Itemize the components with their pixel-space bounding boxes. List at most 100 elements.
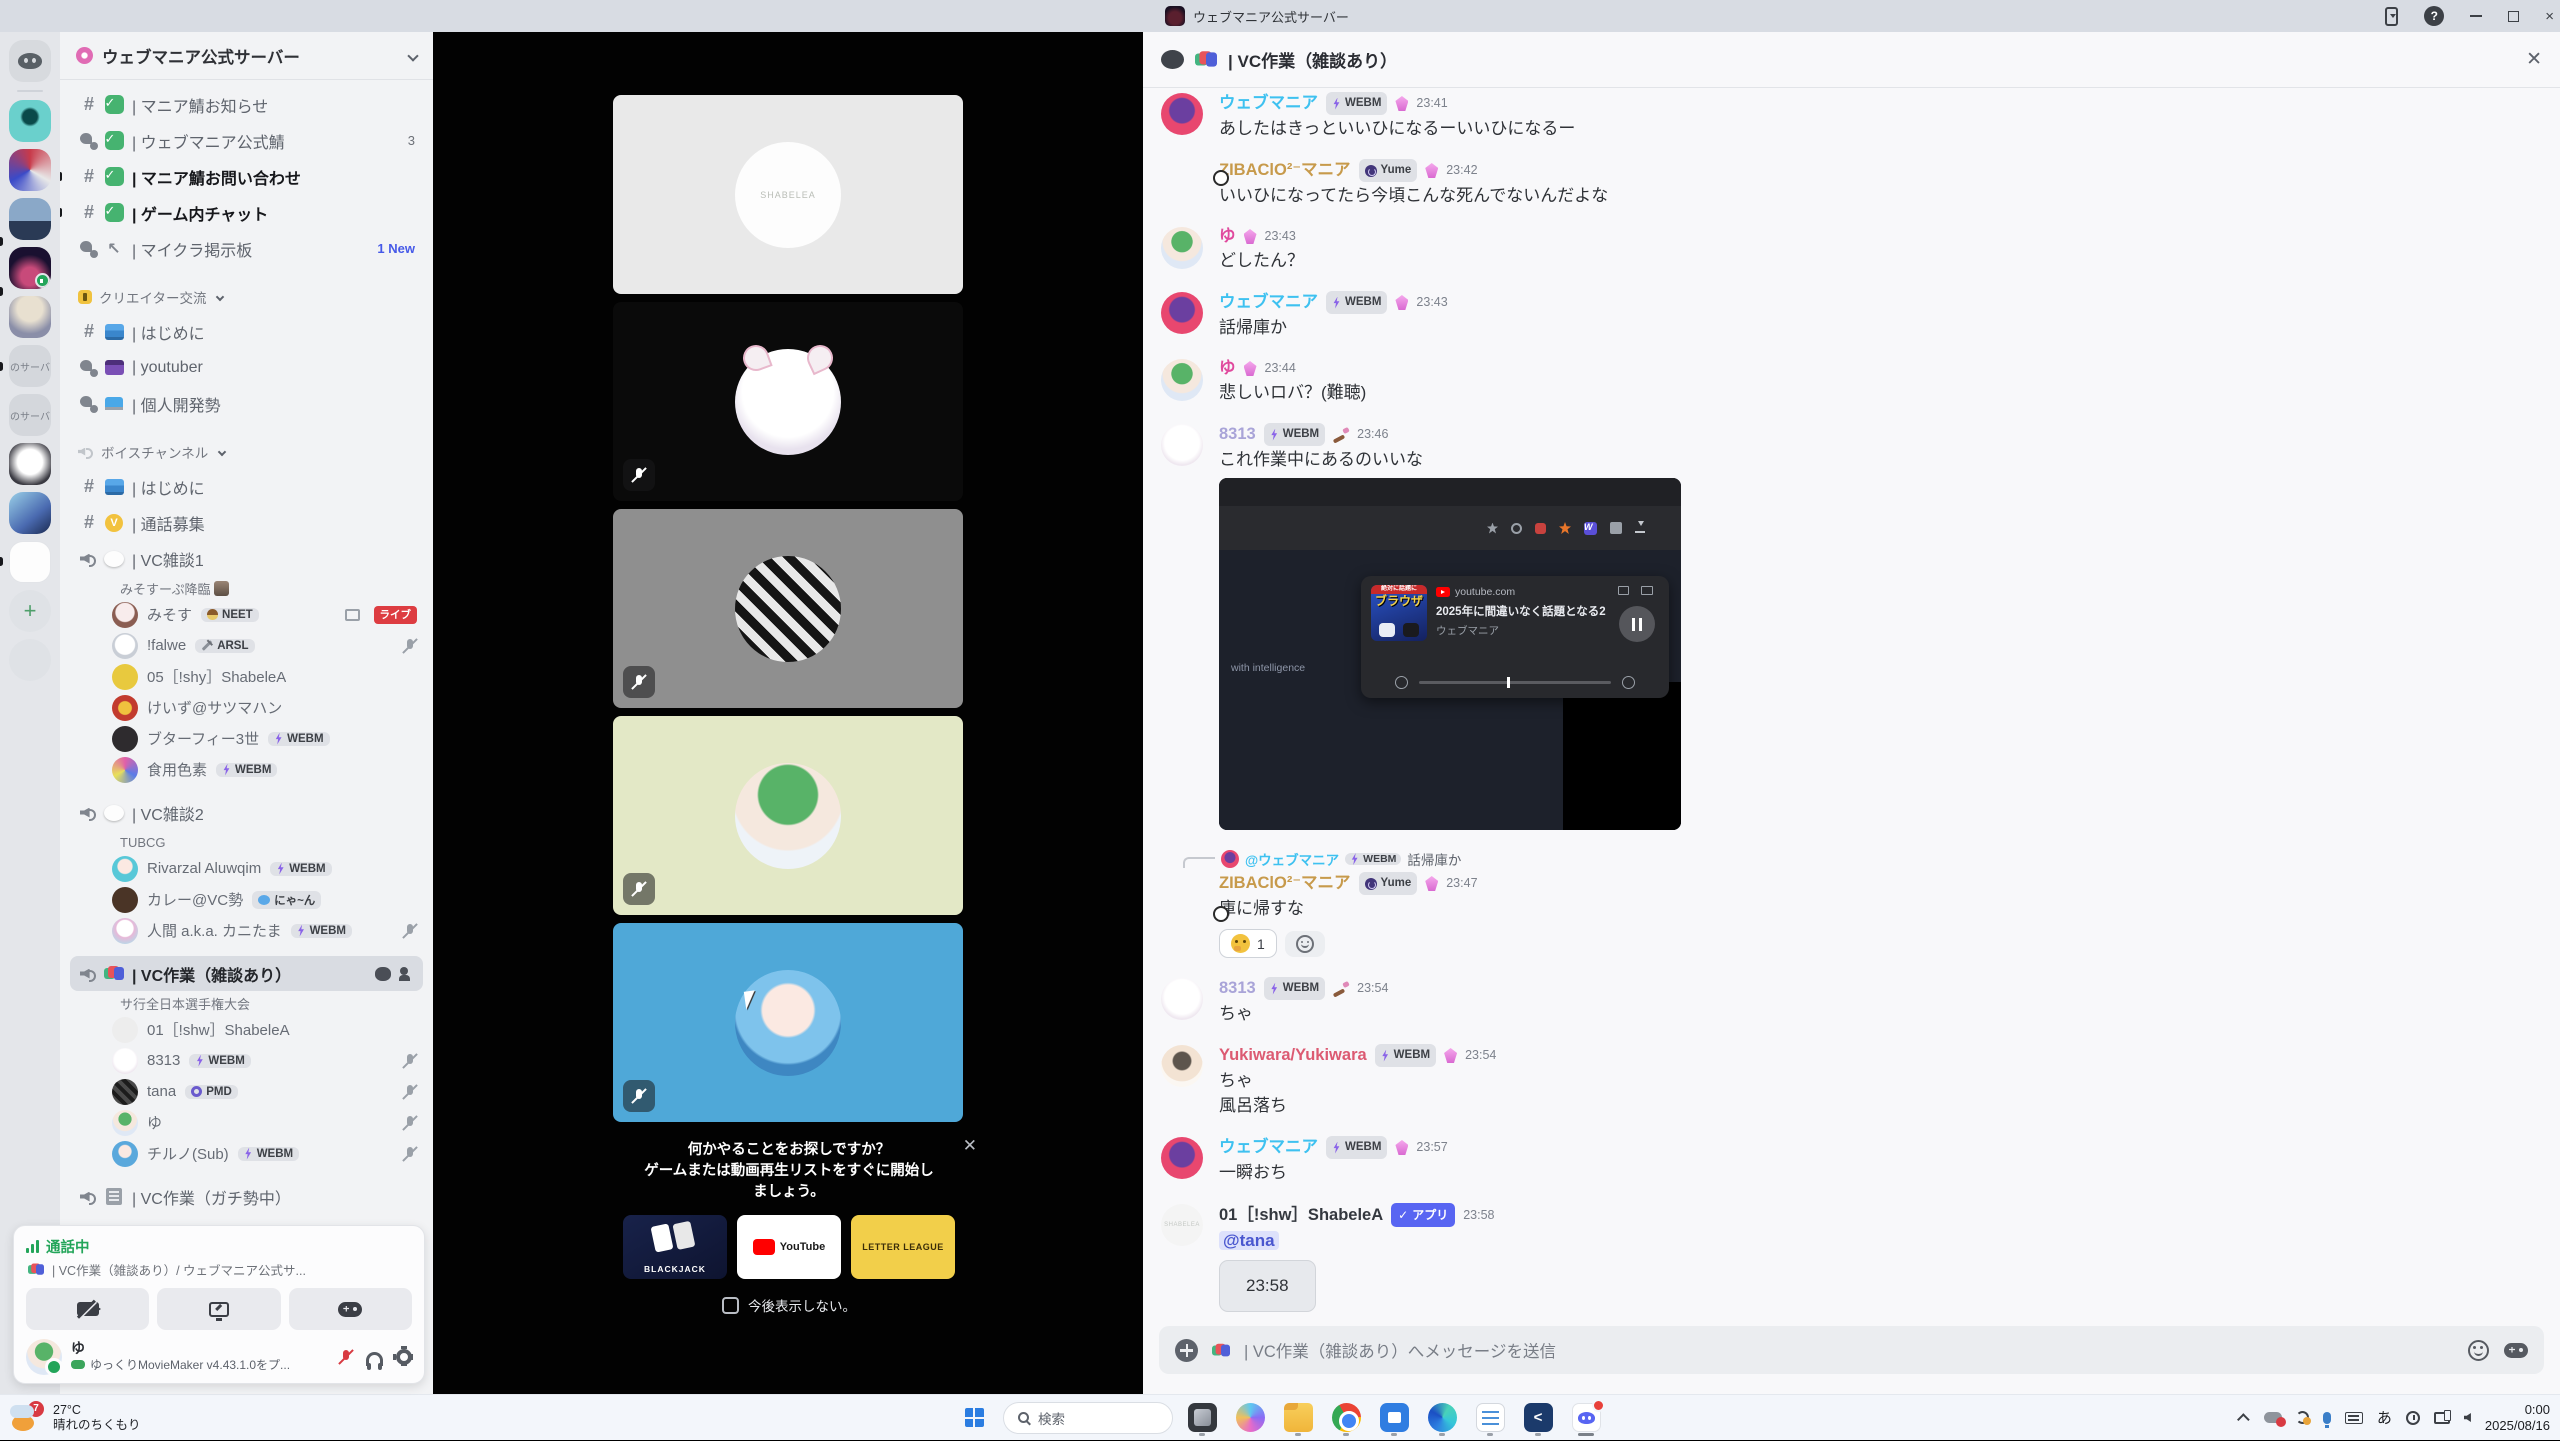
emoji-picker-button[interactable] [2468,1340,2489,1361]
voice-location[interactable]: | VC作業（雑談あり）/ ウェブマニア公式サ... [26,1260,412,1279]
voice-member[interactable]: 食用色素WEBM [60,754,433,785]
server-header[interactable]: ウェブマニア公式サーバー [60,32,433,80]
video-tile[interactable]: SHABELEA [613,95,963,294]
voice-member[interactable]: ブターフィー3世WEBM [60,723,433,754]
chat-bubble-icon[interactable] [375,967,391,981]
chat-message[interactable]: 8313WEBM23:54 ちゃ [1143,975,2560,1027]
avatar[interactable] [1161,1137,1203,1179]
avatar[interactable] [1161,424,1203,466]
server-icon[interactable] [9,149,51,191]
reply-reference[interactable]: @ウェブマニアWEBM話帰庫か [1221,849,2540,869]
server-icon[interactable]: のサーバ [9,345,51,387]
screenshare-button[interactable] [157,1288,280,1330]
server-icon[interactable]: のサーバ [9,394,51,436]
server-icon[interactable] [9,296,51,338]
cast-device-icon[interactable] [2434,1412,2450,1424]
voice-member[interactable]: 01［!shw］ShabeleA [60,1014,433,1045]
sync-icon[interactable] [2296,1411,2309,1424]
maximize-button[interactable] [2508,11,2519,22]
voice-member[interactable]: 8313WEBM [60,1045,433,1076]
taskbar-app-notepad[interactable] [1471,1399,1509,1437]
voice-member[interactable]: けいず@サツマハン [60,692,433,723]
onedrive-icon[interactable] [2264,1412,2282,1423]
start-button[interactable] [955,1399,993,1437]
taskbar-search[interactable]: 検索 [1003,1402,1173,1434]
close-button[interactable]: × [2545,9,2554,24]
server-icon[interactable] [9,492,51,534]
chat-message[interactable]: ZIBAClO²⁻マニアYume23:42 いいひになってたら今頃こんな死んでな… [1143,157,2560,209]
message-input[interactable]: | VC作業（雑談あり）へメッセージを送信 [1159,1326,2544,1374]
voice-channel-vc2[interactable]: | VC雑談2 [70,795,423,830]
author-name[interactable]: ゆ [1219,226,1236,247]
activity-thumbnail-youtube[interactable]: YouTube [737,1215,841,1279]
avatar[interactable] [1161,93,1203,135]
chat-message[interactable]: ウェブマニアWEBM23:43 話帰庫か [1143,289,2560,341]
taskbar-app-discord[interactable] [1567,1399,1605,1437]
server-icon[interactable] [9,443,51,485]
chat-message[interactable]: Yukiwara/YukiwaraWEBM23:54 ちゃ 風呂落ち [1143,1042,2560,1119]
avatar[interactable] [1161,1045,1203,1087]
add-server-button[interactable]: + [9,590,51,632]
taskbar-app-photos[interactable] [1183,1399,1221,1437]
chat-message[interactable]: ウェブマニアWEBM23:41 あしたはきっといいひになるーいいひになるー [1143,90,2560,142]
update-icon[interactable] [2385,7,2398,26]
voice-connected-status[interactable]: 通話中 [26,1236,412,1257]
tray-expand-icon[interactable] [2237,1413,2250,1426]
focus-clock-icon[interactable] [2406,1411,2420,1425]
help-icon[interactable]: ? [2424,6,2444,26]
attachment-image[interactable]: W with intelligence 絶対に話題にブラウザ youtu [1219,478,1681,830]
avatar[interactable] [1161,978,1203,1020]
reply-author[interactable]: @ウェブマニア [1245,849,1339,869]
camera-button[interactable] [26,1288,149,1330]
avatar[interactable] [1161,359,1203,401]
video-tile[interactable] [613,716,963,915]
chat-message[interactable]: ゆ23:44 悲しいロバ？(難聴) [1143,356,2560,406]
voice-member[interactable]: カレー@VC勢にゃ~ん [60,884,433,915]
members-icon[interactable] [399,967,415,981]
explore-servers-button[interactable] [9,639,51,681]
avatar[interactable]: SHABELEA [1161,1204,1203,1246]
attach-plus-button[interactable] [1175,1339,1198,1362]
channel-youtuber[interactable]: | youtuber [70,350,423,385]
category-voice[interactable]: ボイスチャンネル [70,437,423,467]
channel-indie-dev[interactable]: | 個人開発勢 [70,386,423,421]
voice-channel-vc-work-selected[interactable]: | VC作業（雑談あり） [70,956,423,991]
close-icon[interactable]: ✕ [963,1136,977,1156]
taskbar-app-edge[interactable] [1423,1399,1461,1437]
minimize-button[interactable] [2470,15,2482,17]
channel-hajimeni-1[interactable]: #| はじめに [70,314,423,349]
video-tile[interactable] [613,509,963,708]
voice-member[interactable]: Rivarzal AluwqimWEBM [60,853,433,884]
close-chat-icon[interactable]: ✕ [2526,48,2542,71]
category-creator[interactable]: クリエイター交流 [70,282,423,312]
author-name[interactable]: ゆ [1219,358,1236,379]
apps-button[interactable] [2504,1343,2528,1358]
activity-thumbnail-blackjack[interactable]: BLACKJACK [623,1215,727,1279]
server-icon[interactable] [9,541,51,583]
author-name[interactable]: 8313 [1219,978,1256,999]
channel-hajimeni-2[interactable]: #| はじめに [70,469,423,504]
user-avatar[interactable] [26,1339,62,1375]
author-name[interactable]: Yukiwara/Yukiwara [1219,1045,1367,1066]
author-name[interactable]: ZIBAClO²⁻マニア [1219,160,1351,181]
taskbar-app-store[interactable] [1375,1399,1413,1437]
server-icon[interactable] [9,198,51,240]
voice-channel-vc1[interactable]: | VC雑談1 [70,541,423,576]
channel-official-forum[interactable]: ✓| ウェブマニア公式鯖3 [70,123,423,158]
voice-member[interactable]: ゆ [60,1107,433,1138]
chat-message[interactable]: 8313WEBM23:46 これ作業中にあるのいいな W with intell… [1143,421,2560,832]
channel-inquiry[interactable]: #✓| マニア鯖お問い合わせ [70,159,423,194]
video-tile[interactable] [613,923,963,1122]
voice-member[interactable]: チルノ(Sub)WEBM [60,1138,433,1169]
voice-channel-vc-work2[interactable]: | VC作業（ガチ勢中） [70,1179,423,1214]
author-name[interactable]: ZIBAClO²⁻マニア [1219,873,1351,894]
weather-widget[interactable]: 7 27°C晴れのちくもり [10,1403,141,1433]
headphones-button[interactable] [366,1352,383,1366]
mic-mute-button[interactable] [339,1348,353,1366]
mic-tray-icon[interactable] [2323,1412,2331,1424]
author-name[interactable]: ウェブマニア [1219,1137,1318,1158]
avatar[interactable] [1161,227,1203,269]
voice-member[interactable]: tanaPMD [60,1076,433,1107]
ime-indicator[interactable]: あ [2377,1407,2392,1428]
channel-ingame-chat[interactable]: #✓| ゲーム内チャット [70,195,423,230]
